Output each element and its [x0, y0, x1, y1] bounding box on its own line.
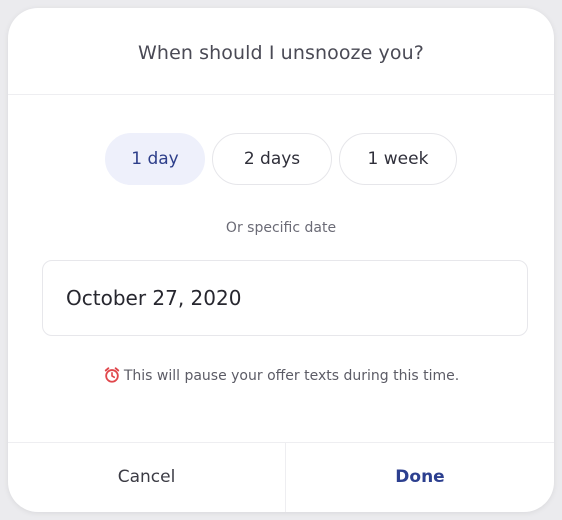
date-input[interactable]: October 27, 2020 [42, 260, 528, 336]
duration-options: 1 day 2 days 1 week [8, 133, 554, 185]
alarm-clock-icon [104, 367, 120, 383]
duration-chip-1-day[interactable]: 1 day [105, 133, 205, 185]
specific-date-label: Or specific date [225, 220, 337, 236]
pause-notice: This will pause your offer texts during … [48, 366, 514, 386]
duration-chip-1-week[interactable]: 1 week [339, 133, 457, 185]
unsnooze-dialog: When should I unsnooze you? 1 day 2 days… [8, 8, 554, 512]
cancel-button[interactable]: Cancel [8, 442, 285, 512]
duration-chip-2-days[interactable]: 2 days [212, 133, 332, 185]
done-button[interactable]: Done [286, 442, 554, 512]
header-divider [8, 94, 554, 95]
pause-notice-text: This will pause your offer texts during … [123, 368, 460, 384]
dialog-title: When should I unsnooze you? [138, 42, 424, 64]
